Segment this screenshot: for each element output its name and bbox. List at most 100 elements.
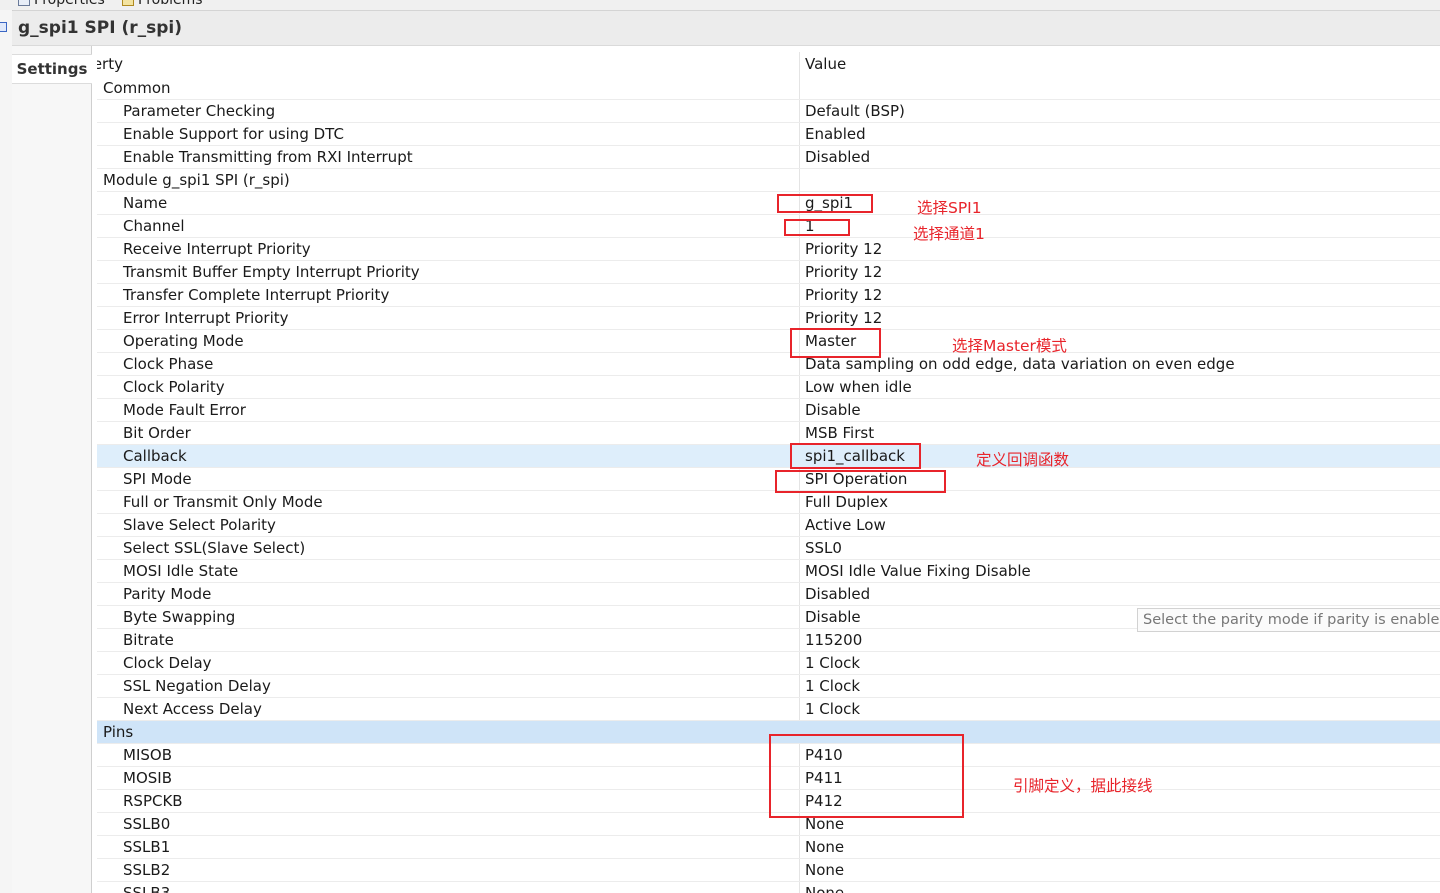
property-name: Clock Polarity (123, 378, 225, 396)
tab-problems-label: Problems (138, 0, 203, 8)
property-name: Module g_spi1 SPI (r_spi) (103, 171, 290, 189)
table-row[interactable]: Bitrate 115200 (97, 629, 1440, 652)
highlight-channel (784, 219, 850, 236)
property-value[interactable]: Full Duplex (805, 493, 888, 511)
tab-properties[interactable]: Properties (18, 0, 105, 9)
problems-icon (122, 0, 134, 6)
property-name: Operating Mode (123, 332, 244, 350)
property-name: Byte Swapping (123, 608, 236, 626)
annotation-operating-mode: 选择Master模式 (952, 337, 1067, 355)
table-row[interactable]: Bit Order MSB First (97, 422, 1440, 445)
header-property[interactable]: Property (97, 55, 123, 73)
annotation-pins: 引脚定义，据此接线 (1013, 777, 1153, 795)
property-name: Mode Fault Error (123, 401, 246, 419)
table-group-row[interactable]: Common (97, 77, 1440, 100)
table-row[interactable]: SSLB1 None (97, 836, 1440, 859)
table-row[interactable]: SSL Negation Delay 1 Clock (97, 675, 1440, 698)
property-value[interactable]: Disable (805, 401, 861, 419)
property-name: Slave Select Polarity (123, 516, 276, 534)
table-row[interactable]: Name g_spi1 (97, 192, 1440, 215)
table-row[interactable]: Channel 1 (97, 215, 1440, 238)
table-row[interactable]: Mode Fault Error Disable (97, 399, 1440, 422)
property-value[interactable]: Priority 12 (805, 286, 882, 304)
annotation-name: 选择SPI1 (917, 199, 982, 217)
panel-title-bar: g_spi1 SPI (r_spi) (12, 11, 1440, 46)
property-name: Parity Mode (123, 585, 212, 603)
table-row[interactable]: Transmit Buffer Empty Interrupt Priority… (97, 261, 1440, 284)
property-value[interactable]: Disable (805, 608, 861, 626)
table-row[interactable]: Operating Mode Master (97, 330, 1440, 353)
highlight-pins (769, 734, 964, 818)
table-row[interactable]: Full or Transmit Only Mode Full Duplex (97, 491, 1440, 514)
property-name: MISOB (123, 746, 172, 764)
property-value[interactable]: Active Low (805, 516, 886, 534)
table-row[interactable]: Receive Interrupt Priority Priority 12 (97, 238, 1440, 261)
table-row[interactable]: Transfer Complete Interrupt Priority Prio… (97, 284, 1440, 307)
property-name: Full or Transmit Only Mode (123, 493, 323, 511)
property-name: Callback (123, 447, 187, 465)
table-row[interactable]: Enable Transmitting from RXI Interrupt Di… (97, 146, 1440, 169)
header-value[interactable]: Value (805, 55, 846, 73)
property-name: Bit Order (123, 424, 191, 442)
tab-problems[interactable]: Problems (122, 0, 203, 9)
tab-properties-label: Properties (34, 0, 105, 8)
property-name: MOSI Idle State (123, 562, 239, 580)
property-value[interactable]: 1 Clock (805, 677, 860, 695)
table-row[interactable]: Error Interrupt Priority Priority 12 (97, 307, 1440, 330)
highlight-callback (790, 443, 921, 469)
property-value[interactable]: None (805, 838, 844, 856)
tab-settings[interactable]: Settings (12, 54, 92, 84)
property-name: SSLB2 (123, 861, 171, 879)
property-name: Select SSL(Slave Select) (123, 539, 306, 557)
property-value[interactable]: None (805, 861, 844, 879)
property-value[interactable]: None (805, 884, 844, 893)
properties-icon (18, 0, 30, 6)
property-value[interactable]: 1 Clock (805, 700, 860, 718)
table-row[interactable]: Select SSL(Slave Select) SSL0 (97, 537, 1440, 560)
highlight-name (777, 194, 873, 213)
table-row[interactable]: SPI Mode SPI Operation (97, 468, 1440, 491)
table-row[interactable]: Slave Select Polarity Active Low (97, 514, 1440, 537)
property-value[interactable]: Disabled (805, 585, 870, 603)
table-row[interactable]: Enable Support for using DTC Enabled (97, 123, 1440, 146)
property-value[interactable]: 115200 (805, 631, 862, 649)
table-row[interactable]: MOSI Idle State MOSI Idle Value Fixing Di… (97, 560, 1440, 583)
property-name: Clock Delay (123, 654, 212, 672)
table-row[interactable]: Next Access Delay 1 Clock (97, 698, 1440, 721)
property-value[interactable]: MOSI Idle Value Fixing Disable (805, 562, 1031, 580)
property-value[interactable]: 1 Clock (805, 654, 860, 672)
table-row[interactable]: Clock Polarity Low when idle (97, 376, 1440, 399)
table-row[interactable]: Callback spi1_callback (97, 445, 1440, 468)
property-name: SSLB1 (123, 838, 171, 856)
table-row[interactable]: SSLB2 None (97, 859, 1440, 882)
property-value[interactable]: MSB First (805, 424, 874, 442)
property-value[interactable]: Enabled (805, 125, 866, 143)
property-name: MOSIB (123, 769, 172, 787)
property-value[interactable]: SSL0 (805, 539, 842, 557)
table-row[interactable]: Parameter Checking Default (BSP) (97, 100, 1440, 123)
property-name: Enable Support for using DTC (123, 125, 344, 143)
property-name: Enable Transmitting from RXI Interrupt (123, 148, 413, 166)
property-name: RSPCKB (123, 792, 183, 810)
table-row[interactable]: Clock Phase Data sampling on odd edge, da… (97, 353, 1440, 376)
property-name: SSLB3 (123, 884, 171, 893)
property-name: SSL Negation Delay (123, 677, 271, 695)
property-name: Next Access Delay (123, 700, 262, 718)
table-row[interactable]: Clock Delay 1 Clock (97, 652, 1440, 675)
table-group-row[interactable]: Module g_spi1 SPI (r_spi) (97, 169, 1440, 192)
property-value[interactable]: Priority 12 (805, 263, 882, 281)
property-name: SPI Mode (123, 470, 192, 488)
property-value[interactable]: Default (BSP) (805, 102, 905, 120)
table-row[interactable]: Parity Mode Disabled (97, 583, 1440, 606)
highlight-operating-mode (790, 328, 881, 358)
table-row[interactable]: SSLB3 None (97, 882, 1440, 893)
property-value[interactable]: Priority 12 (805, 240, 882, 258)
property-name: Bitrate (123, 631, 174, 649)
property-value[interactable]: Priority 12 (805, 309, 882, 327)
property-value[interactable]: Low when idle (805, 378, 912, 396)
highlight-spi-mode (775, 470, 946, 493)
tooltip: Select the parity mode if parity is enab… (1137, 608, 1440, 632)
property-value[interactable]: Disabled (805, 148, 870, 166)
table-header: Property Value (97, 52, 1440, 76)
property-name: Parameter Checking (123, 102, 276, 120)
